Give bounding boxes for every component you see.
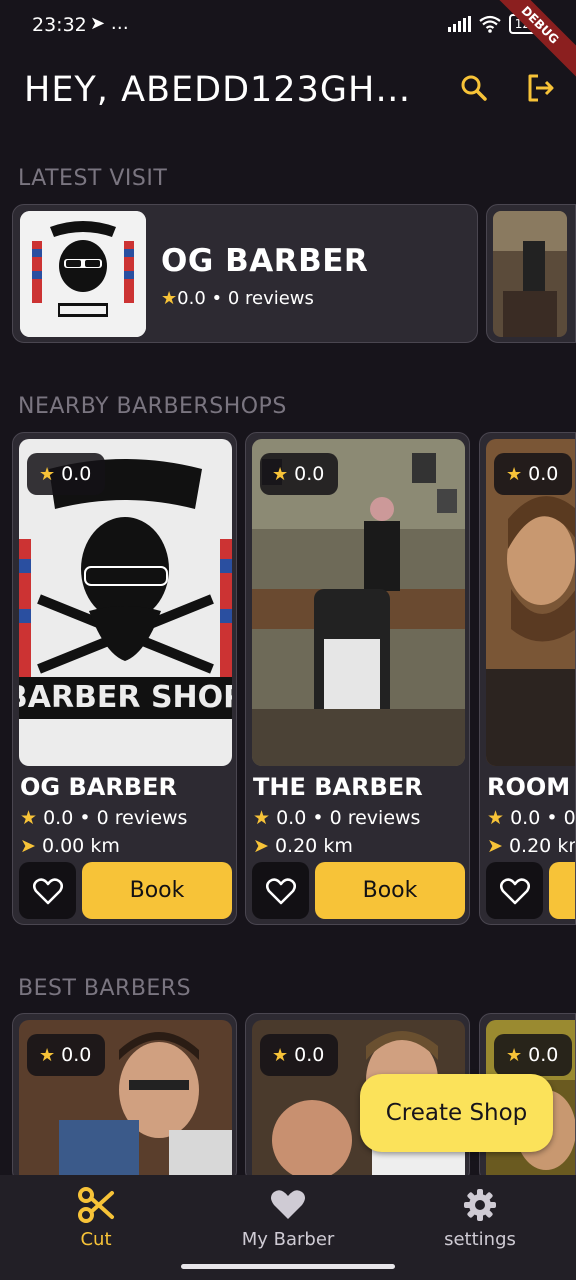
shop-name: OG BARBER	[20, 773, 177, 801]
heart-icon	[271, 1190, 305, 1219]
star-icon: ★	[272, 463, 289, 485]
book-button[interactable]	[549, 862, 575, 919]
location-arrow-icon: ➤	[20, 835, 36, 857]
create-shop-button[interactable]: Create Shop	[360, 1074, 553, 1152]
location-arrow-icon: ➤	[253, 835, 269, 857]
logout-icon[interactable]	[524, 72, 556, 104]
favorite-button[interactable]	[252, 862, 309, 919]
favorite-button[interactable]	[19, 862, 76, 919]
status-time: 23:32	[32, 14, 87, 36]
shop-logo-image	[20, 211, 146, 337]
rating-badge: ★ 0.0	[260, 453, 339, 495]
greeting-title: HEY, ABEDD123GHA...	[24, 70, 419, 110]
shop-distance: ➤ 0.20 km	[487, 835, 575, 857]
rating-badge: ★ 0.0	[260, 1034, 339, 1076]
shop-rating: ★ 0.0 • 0 reviews	[253, 807, 421, 829]
shop-rating: ★ 0.0 • 0 reviews	[487, 807, 576, 829]
app-header: HEY, ABEDD123GHA...	[0, 60, 576, 120]
nav-label: Cut	[80, 1229, 112, 1250]
shop-name: THE BARBER	[253, 773, 423, 801]
wifi-icon	[479, 15, 501, 33]
nav-label: My Barber	[241, 1229, 335, 1250]
status-bar: 23:32 ➤ … 12 DEBUG	[0, 0, 576, 83]
shop-rating: ★ 0.0 • 0 reviews	[20, 807, 188, 829]
nav-item-cut[interactable]: Cut	[26, 1185, 166, 1250]
nav-item-settings[interactable]: settings	[410, 1185, 550, 1250]
shop-distance: ➤ 0.20 km	[253, 835, 353, 857]
latest-visit-card[interactable]: OG BARBER ★0.0 • 0 reviews	[12, 204, 478, 343]
rating-badge: ★ 0.0	[27, 1034, 106, 1076]
search-icon[interactable]	[458, 72, 490, 104]
star-icon: ★	[272, 1044, 289, 1066]
latest-shop-name: OG BARBER	[161, 243, 369, 279]
star-icon: ★	[39, 463, 56, 485]
gear-icon	[464, 1189, 496, 1221]
star-icon: ★	[506, 463, 523, 485]
section-title-best-barbers: BEST BARBERS	[18, 976, 192, 1001]
best-barber-card[interactable]: ★ 0.0	[12, 1013, 237, 1183]
nearby-shop-card[interactable]: ★ 0.0 THE BARBER ★ 0.0 • 0 reviews ➤ 0.20…	[245, 432, 470, 925]
nearby-shop-card-peek[interactable]: ★0.0 ROOM ★ 0.0 • 0 reviews ➤ 0.20 km	[479, 432, 576, 925]
home-indicator[interactable]	[181, 1264, 395, 1269]
latest-shop-rating: ★0.0 • 0 reviews	[161, 288, 314, 309]
star-icon: ★	[253, 807, 271, 829]
rating-badge: ★ 0.0	[494, 453, 573, 495]
star-icon: ★	[161, 288, 178, 309]
scissors-icon	[78, 1187, 114, 1223]
rating-badge: ★ 0.0	[27, 453, 106, 495]
star-icon: ★	[39, 1044, 56, 1066]
star-icon: ★	[506, 1044, 523, 1066]
nearby-shop-card[interactable]: BARBER SHOP ★0.0 OG BARBER ★ 0.0 • 0 rev…	[12, 432, 237, 925]
location-arrow-icon: ➤	[487, 835, 503, 857]
heart-outline-icon	[265, 877, 296, 904]
shop-photo-image	[493, 211, 567, 337]
signal-icon	[447, 16, 471, 32]
section-title-latest-visit: LATEST VISIT	[18, 166, 168, 191]
nav-item-my-barber[interactable]: My Barber	[218, 1185, 358, 1250]
notification-icons: ➤ …	[90, 13, 129, 34]
latest-visit-card-peek[interactable]	[486, 204, 576, 343]
book-button[interactable]: Book	[315, 862, 465, 919]
shop-distance: ➤ 0.00 km	[20, 835, 120, 857]
rating-badge: ★ 0.0	[494, 1034, 573, 1076]
heart-outline-icon	[32, 877, 63, 904]
nav-label: settings	[444, 1229, 516, 1250]
heart-outline-icon	[499, 877, 530, 904]
star-icon: ★	[20, 807, 38, 829]
favorite-button[interactable]	[486, 862, 543, 919]
book-button[interactable]: Book	[82, 862, 232, 919]
shop-name: ROOM	[487, 773, 571, 801]
section-title-nearby: NEARBY BARBERSHOPS	[18, 394, 287, 419]
svg-text:BARBER SHOP: BARBER SHOP	[19, 680, 232, 715]
star-icon: ★	[487, 807, 505, 829]
